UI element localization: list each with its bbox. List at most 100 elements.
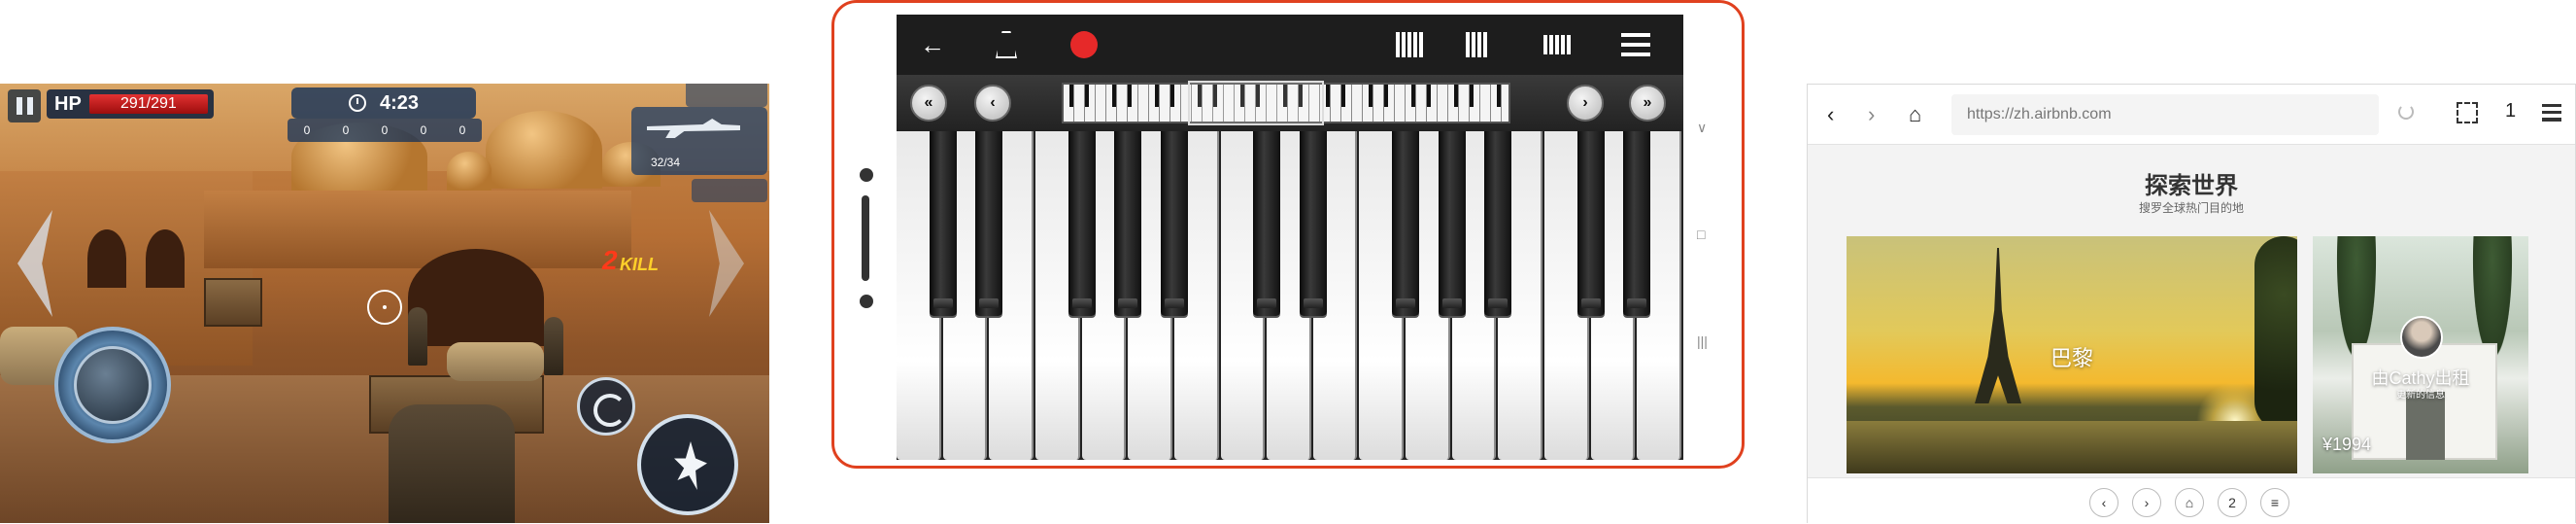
game-screenshot: HP 291/291 4:23 0 0 0 0 0 32/34 2 KILL: [0, 84, 769, 523]
black-key[interactable]: [1299, 131, 1327, 316]
timer-value: 4:23: [379, 91, 420, 114]
dome-building: [447, 152, 491, 191]
fire-button[interactable]: [637, 414, 738, 515]
refresh-icon[interactable]: [2398, 104, 2414, 120]
bottom-back-icon[interactable]: ‹: [2089, 488, 2118, 517]
arch: [146, 229, 185, 288]
piano-keys-icon[interactable]: [1394, 28, 1427, 61]
black-key[interactable]: [1392, 131, 1420, 316]
bottom-forward-icon[interactable]: ›: [2132, 488, 2161, 517]
crate: [204, 278, 262, 327]
bottom-menu-icon[interactable]: ≡: [2260, 488, 2289, 517]
stat-kills: 0: [342, 123, 350, 137]
url-input[interactable]: https://zh.airbnb.com: [1951, 94, 2379, 135]
dual-keys-icon[interactable]: [1460, 28, 1493, 61]
secondary-weapon-slot[interactable]: [686, 84, 767, 107]
speaker-slot: [862, 195, 869, 281]
enemy-soldier: [408, 307, 427, 366]
stat-medal: 0: [458, 123, 466, 137]
kill-count: 2: [602, 245, 618, 275]
turn-right-arrow-icon[interactable]: [709, 210, 744, 317]
arch: [408, 249, 544, 346]
phone-nav-recents-icon[interactable]: |||: [1697, 333, 1708, 349]
stat-skull: 0: [381, 123, 389, 137]
kill-text: KILL: [620, 255, 659, 274]
ammo-count: 32/34: [651, 156, 681, 169]
page-title: 探索世界: [2145, 173, 2238, 199]
piano-toolbar: ←: [897, 15, 1683, 75]
arch: [87, 229, 126, 288]
piano-screen: ← « ‹ › »: [897, 15, 1683, 460]
match-timer: 4:23: [291, 87, 476, 119]
sandbag: [447, 342, 544, 381]
reload-button[interactable]: [577, 377, 635, 436]
menu-icon[interactable]: [2542, 104, 2561, 122]
river: [1847, 421, 2297, 473]
eiffel-tower: [1975, 248, 2021, 403]
listing-card[interactable]: 由Cathy出租 更新的信息 ¥1994: [2313, 236, 2528, 473]
rifle-icon: [647, 119, 740, 138]
black-key[interactable]: [1114, 131, 1142, 316]
camera-dot: [860, 168, 873, 182]
black-key[interactable]: [1484, 131, 1512, 316]
pause-button[interactable]: [8, 89, 41, 122]
black-key[interactable]: [1160, 131, 1188, 316]
player-soldier: [389, 404, 515, 523]
forward-icon[interactable]: ›: [1868, 102, 1875, 127]
joystick-knob[interactable]: [74, 346, 152, 424]
scroll-far-right-button[interactable]: »: [1629, 85, 1666, 122]
page-subtitle: 搜罗全球热门目的地: [2138, 201, 2244, 215]
menu-icon[interactable]: [1619, 28, 1652, 61]
keyboard-navigator: « ‹ › »: [897, 75, 1683, 131]
clock-icon: [348, 94, 366, 112]
browser-window: ‹ › ⌂ https://zh.airbnb.com 1 探索世界 搜罗全球热…: [1807, 84, 2576, 524]
scroll-right-button[interactable]: ›: [1567, 85, 1604, 122]
phone-nav-home-icon[interactable]: □: [1697, 227, 1705, 242]
scroll-far-left-button[interactable]: «: [910, 85, 947, 122]
primary-weapon-slot[interactable]: 32/34: [631, 107, 767, 175]
black-key[interactable]: [1253, 131, 1281, 316]
bottom-tabs-button[interactable]: 2: [2218, 488, 2247, 517]
stat-deaths: 0: [420, 123, 427, 137]
kill-badge: 2 KILL: [577, 245, 670, 278]
back-icon[interactable]: ‹: [1827, 102, 1834, 127]
bottom-home-icon[interactable]: ⌂: [2175, 488, 2204, 517]
door: [2406, 392, 2445, 460]
black-key[interactable]: [1623, 131, 1651, 316]
card-label: 巴黎: [2050, 346, 2093, 370]
black-key[interactable]: [1576, 131, 1605, 316]
hp-label: HP: [54, 92, 82, 115]
piano-app-frame: ← « ‹ › » ∨ □ |||: [831, 0, 1745, 469]
piano-keyboard: [897, 131, 1683, 460]
scroll-left-button[interactable]: ‹: [974, 85, 1011, 122]
hp-value: 291/291: [88, 94, 208, 114]
enemy-soldier: [544, 317, 563, 375]
record-button[interactable]: [1068, 28, 1101, 61]
stat-gem: 0: [303, 123, 311, 137]
phone-nav-back-icon[interactable]: ∨: [1697, 120, 1707, 136]
dome-building: [486, 111, 602, 189]
score-stats: 0 0 0 0 0: [288, 119, 482, 142]
tabs-icon[interactable]: [2457, 102, 2478, 123]
trees: [2254, 236, 2297, 431]
host-sub: 更新的信息: [2396, 390, 2445, 401]
destination-card-paris[interactable]: 巴黎: [1847, 236, 2297, 473]
stage-icon[interactable]: [1542, 28, 1575, 61]
back-arrow-icon[interactable]: ←: [916, 28, 949, 61]
tab-count[interactable]: 1: [2505, 100, 2516, 122]
black-key[interactable]: [1438, 131, 1466, 316]
visible-range-window[interactable]: [1188, 81, 1324, 125]
black-key[interactable]: [929, 131, 957, 316]
record-icon: [1070, 31, 1098, 58]
tertiary-weapon-slot[interactable]: [692, 179, 767, 202]
hp-bar: HP 291/291: [47, 89, 214, 119]
browser-toolbar: ‹ › ⌂ https://zh.airbnb.com 1: [1808, 85, 2575, 145]
wall: [204, 191, 631, 268]
listing-price: ¥1994: [2322, 435, 2372, 454]
home-icon[interactable]: ⌂: [1909, 102, 1921, 127]
avatar: [2400, 316, 2443, 359]
metronome-icon[interactable]: [990, 28, 1023, 61]
black-key[interactable]: [975, 131, 1003, 316]
black-key[interactable]: [1068, 131, 1096, 316]
bottom-toolbar: ‹ › ⌂ 2 ≡: [1808, 477, 2575, 524]
